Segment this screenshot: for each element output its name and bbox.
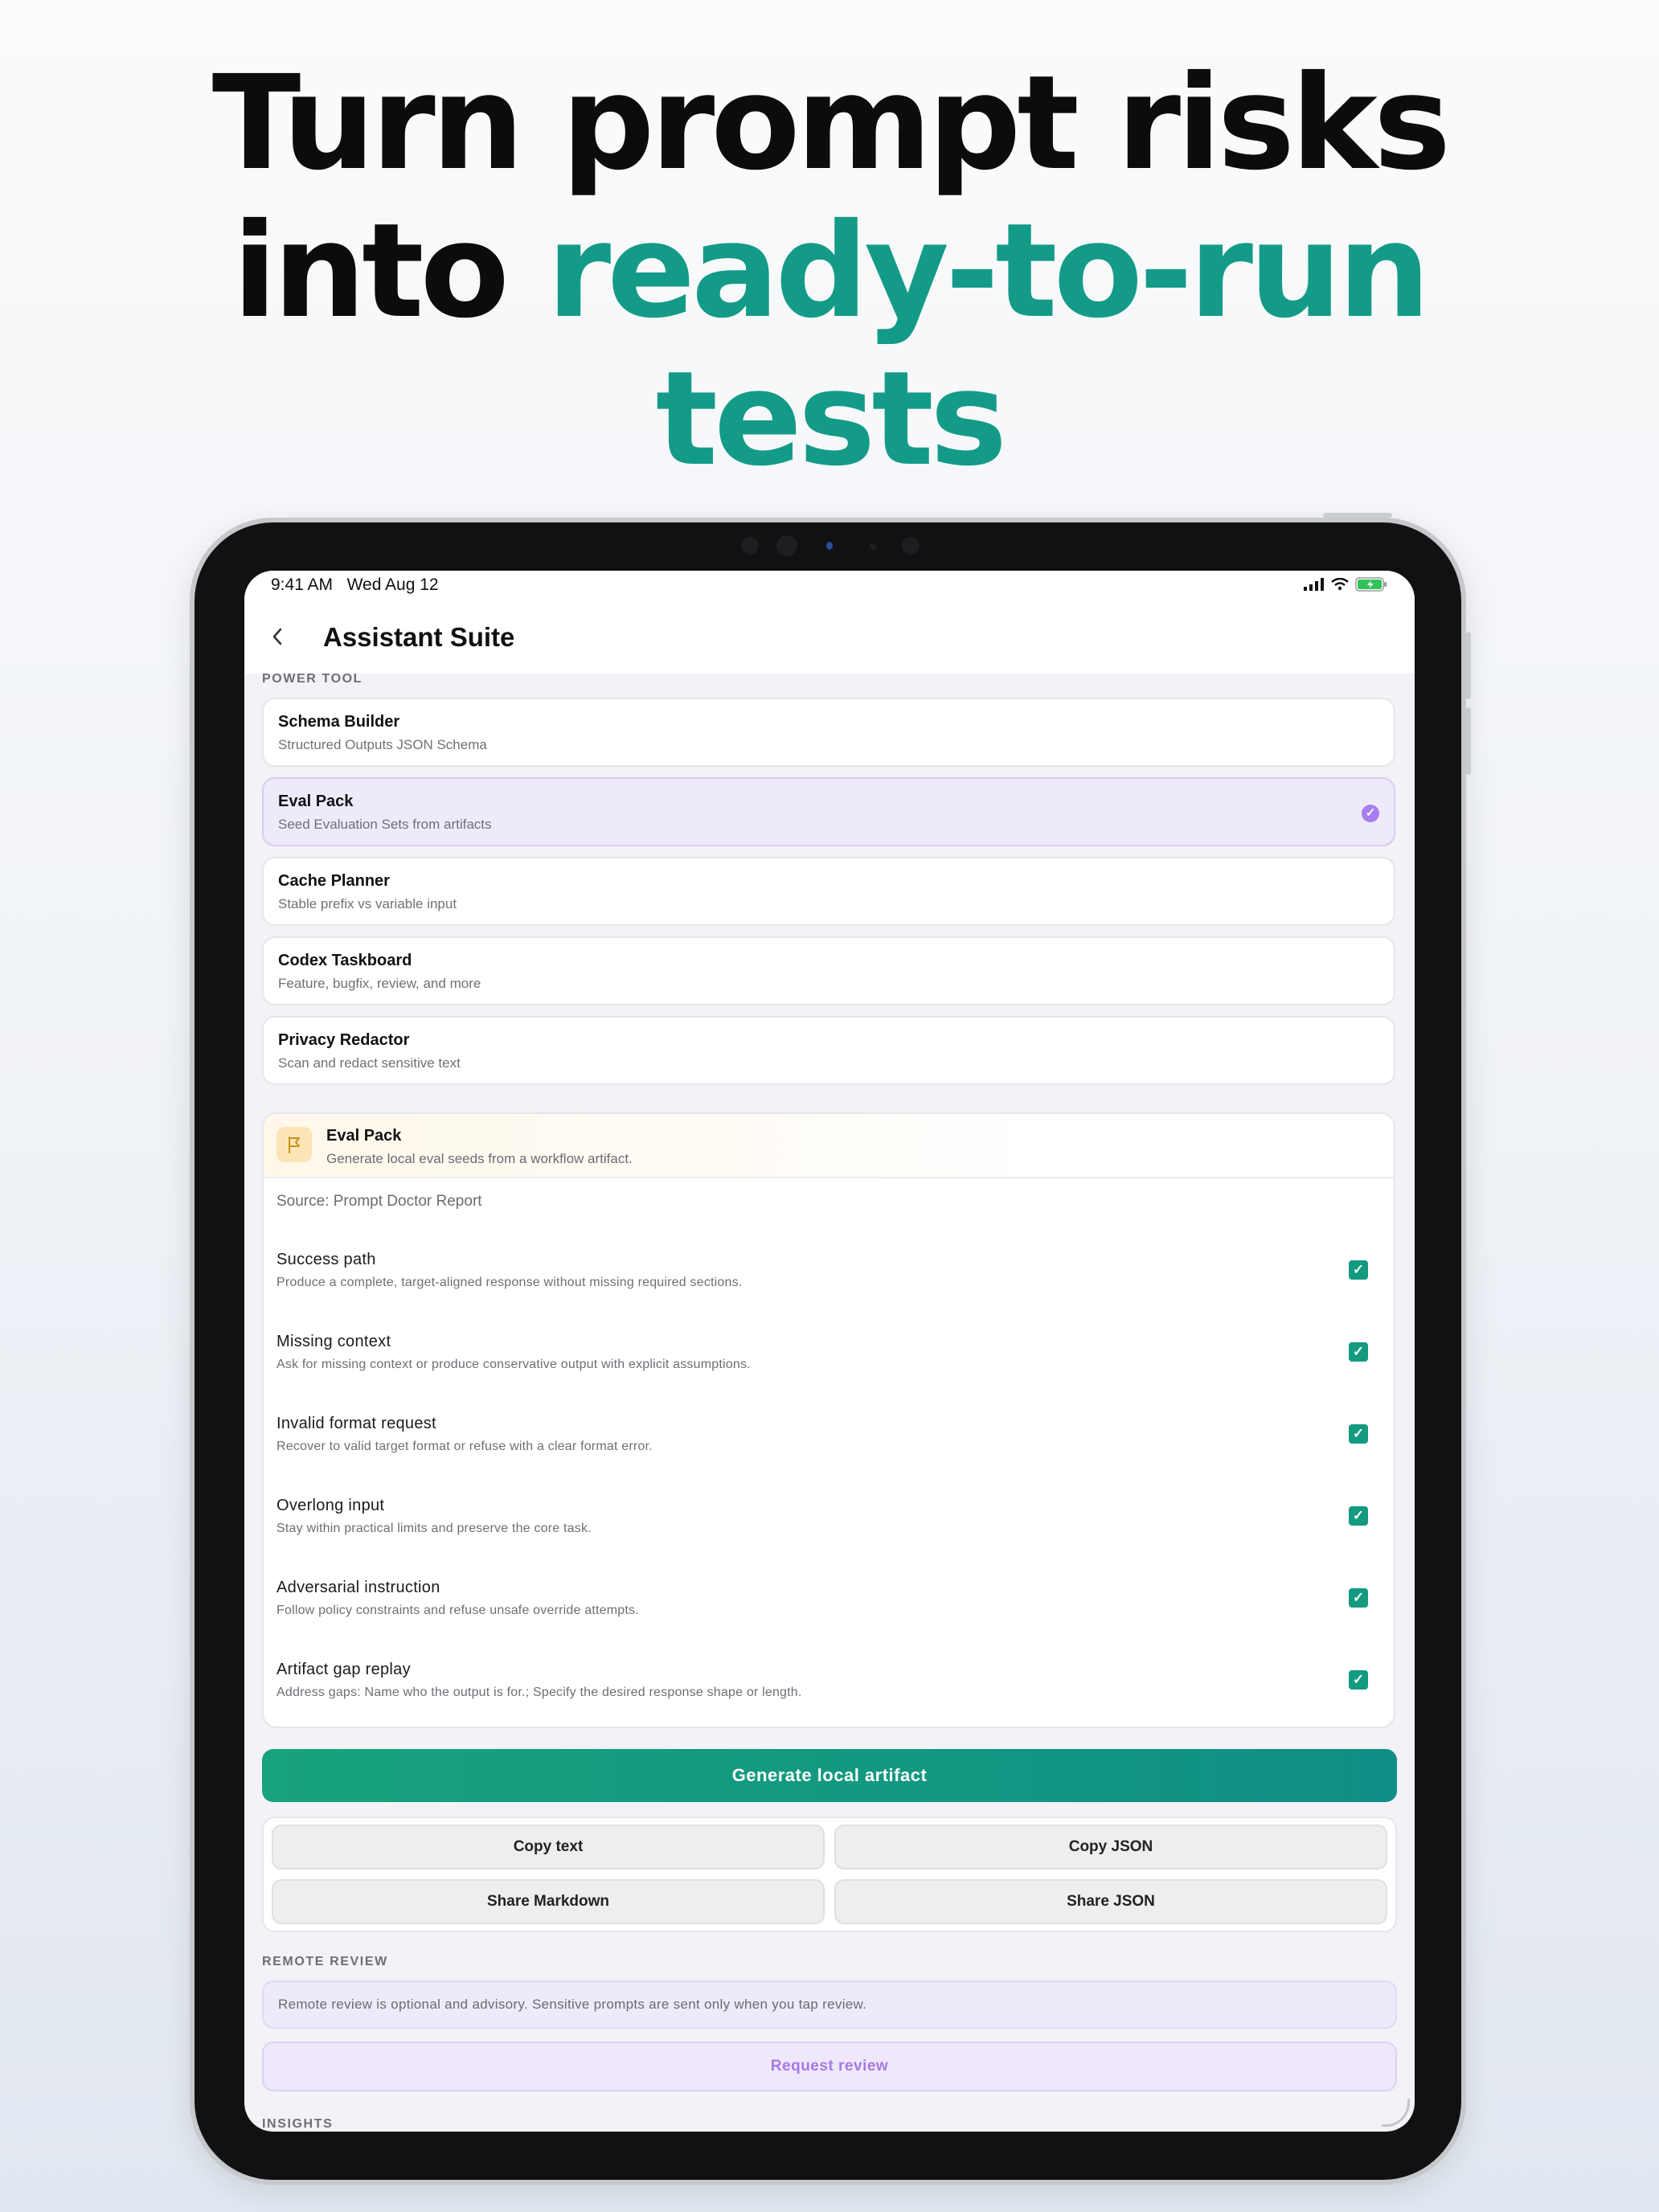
eval-case-missing-context[interactable]: Missing context Ask for missing context …: [276, 1333, 1381, 1389]
case-desc: Recover to valid target format or refuse…: [276, 1440, 653, 1453]
signal-icon: [1304, 578, 1324, 591]
eval-case-invalid-format[interactable]: Invalid format request Recover to valid …: [276, 1415, 1381, 1471]
flash-icon: [902, 537, 920, 555]
tool-desc: Stable prefix vs variable input: [278, 896, 457, 911]
eval-pack-header: Eval Pack Generate local eval seeds from…: [264, 1114, 1394, 1178]
eval-pack-panel: Eval Pack Generate local eval seeds from…: [262, 1112, 1395, 1728]
checkbox-checked-icon[interactable]: ✓: [1349, 1424, 1368, 1444]
tool-card-privacy-redactor[interactable]: Privacy Redactor Scan and redact sensiti…: [262, 1016, 1395, 1085]
eval-pack-title: Eval Pack: [326, 1127, 402, 1145]
case-title: Invalid format request: [276, 1415, 436, 1432]
section-label-power-tool: POWER TOOL: [262, 672, 363, 686]
source-label: Source: Prompt Doctor Report: [276, 1193, 482, 1210]
headline: Turn prompt risks into ready-to-run test…: [0, 50, 1659, 494]
camera-icon: [741, 537, 759, 555]
section-label-remote-review: REMOTE REVIEW: [262, 1955, 388, 1968]
case-desc: Follow policy constraints and refuse uns…: [276, 1604, 639, 1617]
case-desc: Address gaps: Name who the output is for…: [276, 1686, 802, 1699]
battery-icon: [1355, 577, 1387, 592]
case-desc: Stay within practical limits and preserv…: [276, 1522, 592, 1535]
copy-text-button[interactable]: Copy text: [272, 1825, 825, 1870]
copy-json-button[interactable]: Copy JSON: [834, 1825, 1387, 1870]
tool-desc: Seed Evaluation Sets from artifacts: [278, 817, 492, 832]
status-time: 9:41 AM Wed Aug 12: [271, 576, 439, 595]
sensor-icon: [826, 542, 833, 550]
volume-up-button: [1466, 632, 1471, 699]
checkbox-checked-icon[interactable]: ✓: [1349, 1342, 1368, 1362]
headline-line-2: into ready-to-run: [0, 198, 1659, 346]
tool-desc: Feature, bugfix, review, and more: [278, 976, 481, 991]
section-label-insights: INSIGHTS: [262, 2117, 334, 2131]
checkbox-checked-icon[interactable]: ✓: [1349, 1260, 1368, 1280]
selected-check-icon: ✓: [1362, 805, 1379, 822]
tool-desc: Scan and redact sensitive text: [278, 1055, 461, 1071]
export-actions: Copy text Copy JSON Share Markdown Share…: [262, 1817, 1397, 1932]
app-screen: 9:41 AM Wed Aug 12 Assistant Suite POWER…: [244, 571, 1415, 2132]
headline-plain: into: [232, 196, 510, 347]
eval-case-success-path[interactable]: Success path Produce a complete, target-…: [276, 1251, 1381, 1307]
eval-case-artifact-gap[interactable]: Artifact gap replay Address gaps: Name w…: [276, 1661, 1381, 1717]
headline-line-1: Turn prompt risks: [211, 48, 1451, 199]
remote-review-note: Remote review is optional and advisory. …: [262, 1981, 1397, 2029]
case-title: Artifact gap replay: [276, 1661, 411, 1678]
sensor-dot-icon: [870, 543, 876, 550]
tool-name: Codex Taskboard: [278, 952, 412, 969]
headline-line-3: tests: [655, 344, 1008, 495]
status-date: Wed Aug 12: [346, 576, 439, 594]
status-bar: 9:41 AM Wed Aug 12: [244, 571, 1415, 603]
generate-artifact-button[interactable]: Generate local artifact: [262, 1749, 1397, 1802]
case-title: Missing context: [276, 1333, 391, 1350]
eval-pack-subtitle: Generate local eval seeds from a workflo…: [326, 1151, 633, 1166]
eval-case-overlong-input[interactable]: Overlong input Stay within practical lim…: [276, 1497, 1381, 1553]
page-title: Assistant Suite: [323, 622, 515, 652]
volume-down-button: [1466, 707, 1471, 775]
case-title: Overlong input: [276, 1497, 385, 1514]
status-clock: 9:41 AM: [271, 576, 334, 594]
tool-name: Eval Pack: [278, 793, 354, 810]
top-button: [1323, 513, 1392, 518]
request-review-button[interactable]: Request review: [262, 2042, 1397, 2091]
tool-desc: Structured Outputs JSON Schema: [278, 737, 487, 752]
tool-card-eval-pack[interactable]: Eval Pack Seed Evaluation Sets from arti…: [262, 777, 1395, 846]
checkbox-checked-icon[interactable]: ✓: [1349, 1506, 1368, 1526]
flag-icon: [276, 1127, 312, 1162]
status-icons: [1304, 577, 1387, 592]
camera-lens-icon: [776, 535, 797, 556]
checkbox-checked-icon[interactable]: ✓: [1349, 1670, 1368, 1690]
wifi-icon: [1331, 578, 1349, 591]
headline-highlight: ready-to-run: [547, 196, 1430, 347]
chevron-left-icon[interactable]: [268, 622, 286, 657]
tool-card-codex-taskboard[interactable]: Codex Taskboard Feature, bugfix, review,…: [262, 936, 1395, 1006]
navigation-bar: Assistant Suite: [244, 603, 1415, 674]
tool-name: Schema Builder: [278, 713, 400, 731]
tool-card-cache-planner[interactable]: Cache Planner Stable prefix vs variable …: [262, 857, 1395, 926]
checkbox-checked-icon[interactable]: ✓: [1349, 1588, 1368, 1608]
tool-name: Cache Planner: [278, 872, 390, 890]
share-json-button[interactable]: Share JSON: [834, 1879, 1387, 1924]
case-desc: Produce a complete, target-aligned respo…: [276, 1276, 743, 1289]
share-markdown-button[interactable]: Share Markdown: [272, 1879, 825, 1924]
scroll-indicator: [1382, 2099, 1410, 2127]
tool-name: Privacy Redactor: [278, 1031, 410, 1049]
case-title: Adversarial instruction: [276, 1579, 440, 1596]
case-title: Success path: [276, 1251, 376, 1268]
case-desc: Ask for missing context or produce conse…: [276, 1358, 751, 1371]
eval-case-adversarial[interactable]: Adversarial instruction Follow policy co…: [276, 1579, 1381, 1635]
tool-card-schema-builder[interactable]: Schema Builder Structured Outputs JSON S…: [262, 698, 1395, 767]
